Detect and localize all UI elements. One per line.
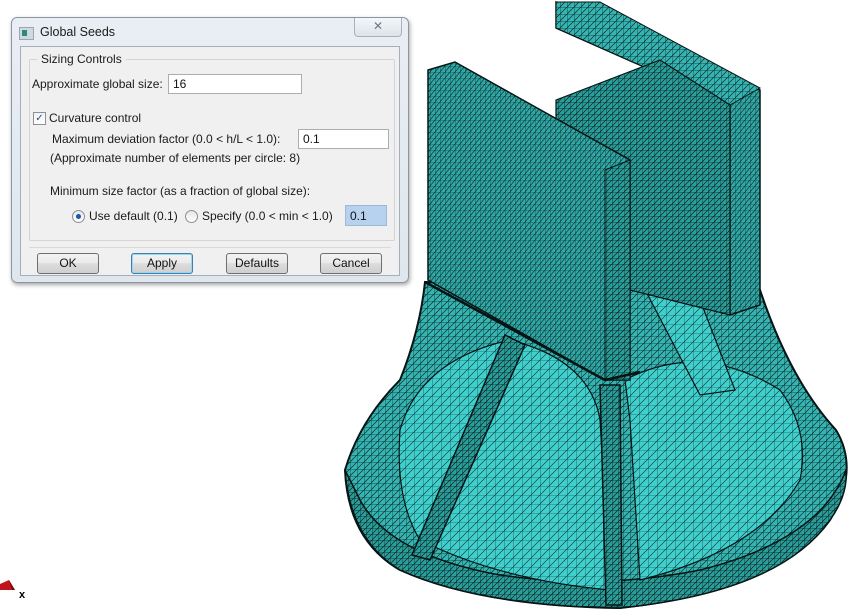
close-button[interactable]: ✕ [354, 18, 402, 37]
group-title: Sizing Controls [37, 52, 126, 66]
global-size-label: Approximate global size: [32, 77, 163, 91]
use-default-label[interactable]: Use default (0.1) [89, 209, 178, 223]
min-size-label: Minimum size factor (as a fraction of gl… [50, 184, 311, 198]
button-separator [29, 247, 391, 248]
max-deviation-input[interactable] [298, 129, 389, 149]
axis-x-label: x [19, 589, 26, 601]
app-window-icon [19, 27, 34, 40]
global-size-input[interactable] [168, 74, 302, 94]
specify-radio[interactable] [185, 210, 198, 223]
elements-per-circle-note: (Approximate number of elements per circ… [50, 151, 301, 165]
apply-button[interactable]: Apply [131, 253, 193, 274]
curvature-control-checkbox[interactable]: ✓ [33, 112, 46, 125]
max-deviation-label: Maximum deviation factor (0.0 < h/L < 1.… [52, 132, 281, 146]
defaults-button[interactable]: Defaults [226, 253, 288, 274]
dialog-body: Sizing Controls Approximate global size:… [20, 46, 400, 276]
curvature-control-label[interactable]: Curvature control [49, 111, 141, 125]
specify-label[interactable]: Specify (0.0 < min < 1.0) [202, 209, 333, 223]
use-default-radio[interactable] [72, 210, 85, 223]
close-icon: ✕ [372, 19, 384, 33]
ok-button[interactable]: OK [37, 253, 99, 274]
cancel-button[interactable]: Cancel [320, 253, 382, 274]
global-seeds-dialog: Global Seeds ✕ Sizing Controls Approxima… [11, 17, 409, 283]
axis-triad-icon [0, 580, 15, 590]
front-plate-side [604, 159, 631, 381]
checkmark-icon: ✓ [35, 113, 44, 124]
min-size-input[interactable] [345, 205, 387, 226]
dialog-titlebar[interactable]: Global Seeds ✕ [12, 18, 408, 46]
dialog-title: Global Seeds [40, 25, 116, 39]
sizing-controls-group: Sizing Controls Approximate global size:… [29, 52, 395, 241]
